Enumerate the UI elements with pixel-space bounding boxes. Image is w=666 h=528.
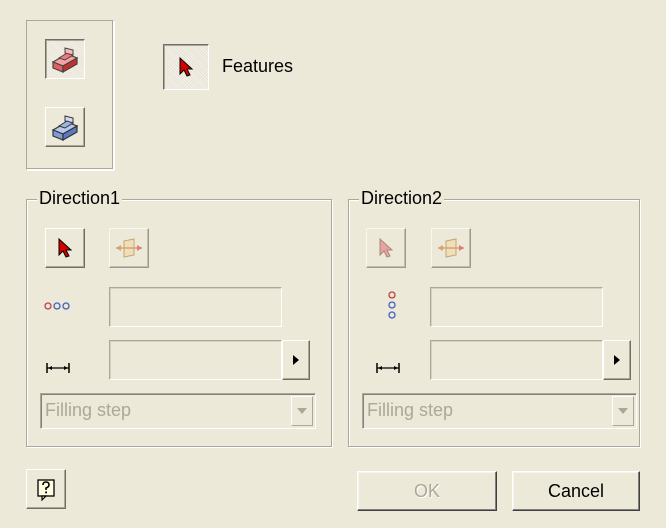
direction2-select-button[interactable]	[366, 228, 406, 268]
spacing-dimension-icon	[376, 363, 400, 373]
red-arrow-cursor-icon	[58, 237, 73, 258]
help-question-icon	[37, 479, 55, 501]
direction2-spacing-arrow[interactable]	[603, 340, 631, 380]
direction1-title: Direction1	[37, 188, 123, 209]
triangle-right-icon	[614, 355, 620, 365]
direction1-spacing-arrow[interactable]	[282, 340, 310, 380]
help-button[interactable]	[26, 469, 66, 509]
surface-mode-button[interactable]	[45, 107, 85, 147]
select-features-button[interactable]	[163, 44, 209, 90]
blue-extrude-surface-icon	[51, 115, 79, 142]
direction1-step-dropdown[interactable]: Filling step	[40, 393, 316, 429]
count-dots-icon	[44, 302, 70, 310]
count-dots-vertical-icon	[388, 291, 396, 319]
direction1-count-field[interactable]	[109, 287, 282, 327]
cancel-button-label: Cancel	[547, 480, 605, 501]
triangle-right-icon	[293, 355, 299, 365]
ok-button[interactable]: OK	[357, 471, 497, 511]
direction1-spacing-field[interactable]	[109, 340, 282, 380]
ok-button-label: OK	[413, 480, 440, 501]
direction2-group: Direction2 Filling step	[348, 188, 640, 447]
direction1-reverse-button[interactable]	[109, 228, 149, 268]
mode-panel	[26, 20, 114, 170]
red-arrow-cursor-icon	[179, 56, 194, 77]
direction1-step-text: Filling step	[45, 400, 132, 420]
direction2-title: Direction2	[359, 188, 445, 209]
chevron-down-icon[interactable]	[291, 396, 313, 426]
direction-arrows-icon	[116, 238, 142, 258]
chevron-down-icon[interactable]	[612, 396, 634, 426]
direction1-select-button[interactable]	[45, 228, 85, 268]
solid-mode-button[interactable]	[45, 39, 85, 79]
direction1-group: Direction1 Filling step	[26, 188, 332, 447]
direction2-reverse-button[interactable]	[431, 228, 471, 268]
direction-arrows-icon	[438, 238, 464, 258]
red-arrow-cursor-icon	[379, 237, 394, 258]
red-extrude-solid-icon	[51, 47, 79, 74]
direction2-count-field[interactable]	[430, 287, 603, 327]
spacing-dimension-icon	[46, 363, 70, 373]
direction2-spacing-field[interactable]	[430, 340, 603, 380]
direction2-step-text: Filling step	[367, 400, 454, 420]
cancel-button[interactable]: Cancel	[512, 471, 640, 511]
features-label: Features	[222, 56, 294, 76]
direction2-step-dropdown[interactable]: Filling step	[362, 393, 637, 429]
